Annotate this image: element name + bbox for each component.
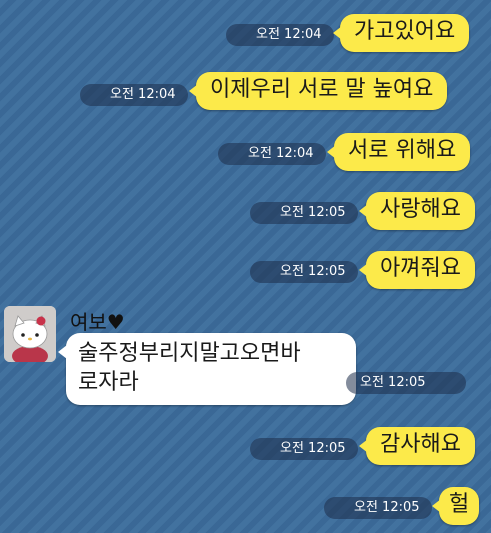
message-text-line: 술주정부리지말고오면바	[78, 341, 301, 366]
message-bubble-out[interactable]: 감사해요	[359, 427, 475, 465]
message-bubble-out[interactable]: 이제우리 서로 말 높여요	[188, 72, 448, 110]
message-bubble-out[interactable]: 아껴줘요	[359, 251, 475, 289]
message-time: 오전 12:04	[80, 84, 188, 106]
message-time: 오전 12:05	[250, 438, 358, 460]
message-bubble-out[interactable]: 서로 위해요	[326, 133, 471, 171]
message-time: 오전 12:05	[324, 497, 432, 519]
message-bubble-out[interactable]: 헐	[431, 487, 480, 525]
message-time: 오전 12:05	[346, 372, 466, 394]
sender-name: 여보♥	[70, 310, 125, 334]
hello-kitty-avatar-icon	[4, 306, 56, 362]
message-time: 오전 12:04	[218, 143, 326, 165]
message-bubble-out[interactable]: 가고있어요	[332, 14, 470, 52]
message-time: 오전 12:05	[250, 261, 358, 283]
message-time: 오전 12:05	[250, 202, 358, 224]
profile-avatar[interactable]	[4, 306, 56, 362]
message-text-line: 로자라	[78, 370, 139, 395]
message-time: 오전 12:04	[226, 24, 334, 46]
message-bubble-in[interactable]: 술주정부리지말고오면바 로자라	[58, 333, 356, 405]
message-bubble-out[interactable]: 사랑해요	[359, 192, 475, 230]
